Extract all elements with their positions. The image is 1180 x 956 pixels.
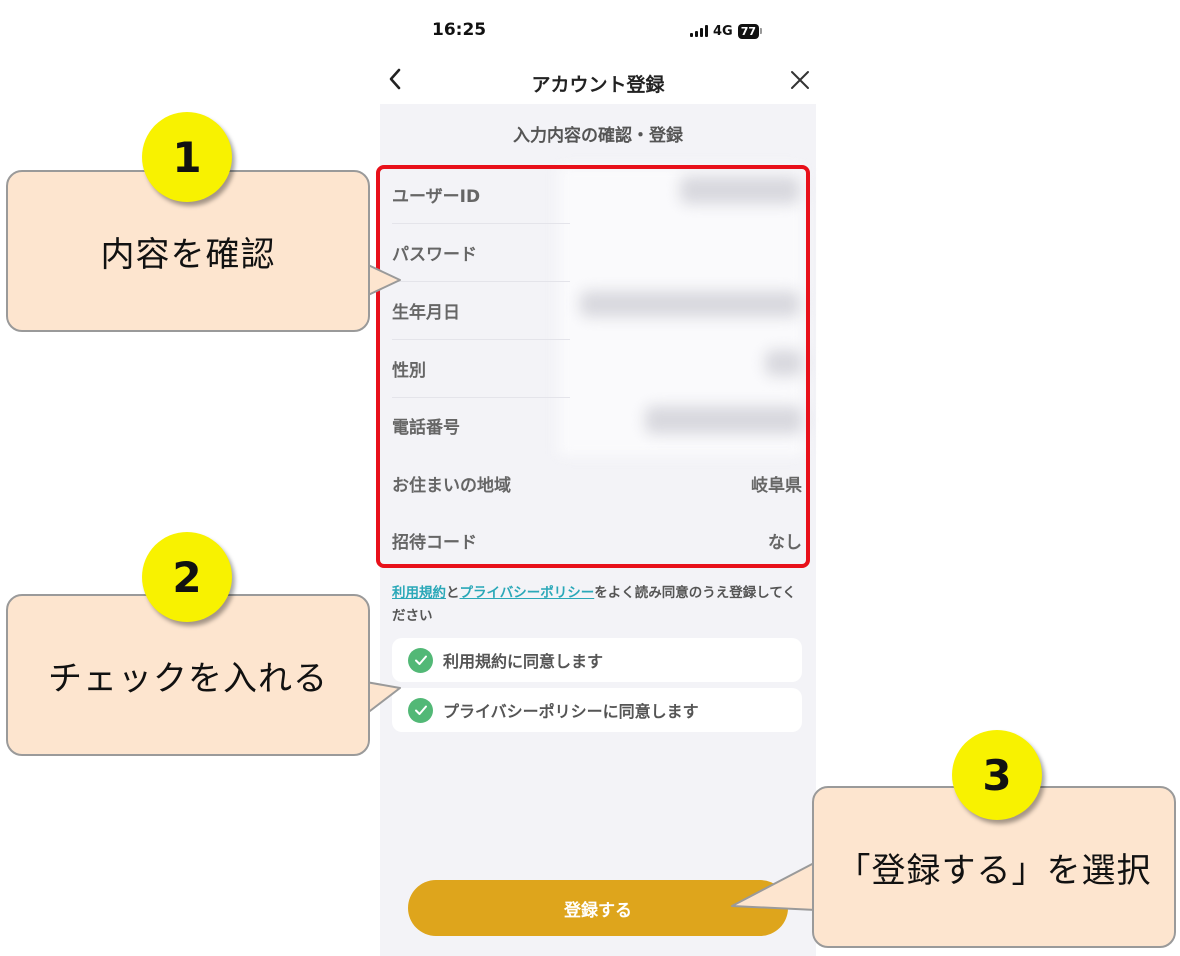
nav-bar: アカウント登録 <box>380 56 816 104</box>
agree-privacy-checkbox[interactable]: プライバシーポリシーに同意します <box>392 688 802 732</box>
network-label: 4G <box>713 23 733 39</box>
check-circle-icon <box>408 697 433 723</box>
agree-label: 利用規約に同意します <box>443 652 604 671</box>
step-badge-2: 2 <box>142 532 232 622</box>
check-circle-icon <box>408 647 433 673</box>
page-title: アカウント登録 <box>531 74 665 96</box>
section-title: 入力内容の確認・登録 <box>513 126 683 146</box>
step-badge-1: 1 <box>142 112 232 202</box>
battery-icon: 77 <box>737 23 760 39</box>
agree-label: プライバシーポリシーに同意します <box>443 702 699 721</box>
status-time: 16:25 <box>432 20 487 40</box>
close-icon[interactable] <box>788 68 812 92</box>
status-indicators: 4G 77 <box>690 21 763 41</box>
callout-text: 「登録する」を選択 <box>836 850 1152 891</box>
battery-cap <box>760 28 763 34</box>
callout-text: 内容を確認 <box>100 234 276 275</box>
terms-notice: 利用規約とプライバシーポリシーをよく読み同意のうえ登録してください <box>392 582 804 628</box>
terms-joiner: と <box>446 585 460 601</box>
callout-tail <box>364 263 401 297</box>
signal-icon <box>690 25 708 37</box>
callout-text: チェックを入れる <box>48 658 328 699</box>
privacy-policy-link[interactable]: プライバシーポリシー <box>460 585 595 601</box>
step-badge-3: 3 <box>952 730 1042 820</box>
highlight-frame <box>376 165 810 568</box>
callout-tail <box>364 681 401 715</box>
callout-tail <box>731 861 818 911</box>
terms-of-use-link[interactable]: 利用規約 <box>392 585 446 601</box>
agree-terms-checkbox[interactable]: 利用規約に同意します <box>392 638 802 682</box>
